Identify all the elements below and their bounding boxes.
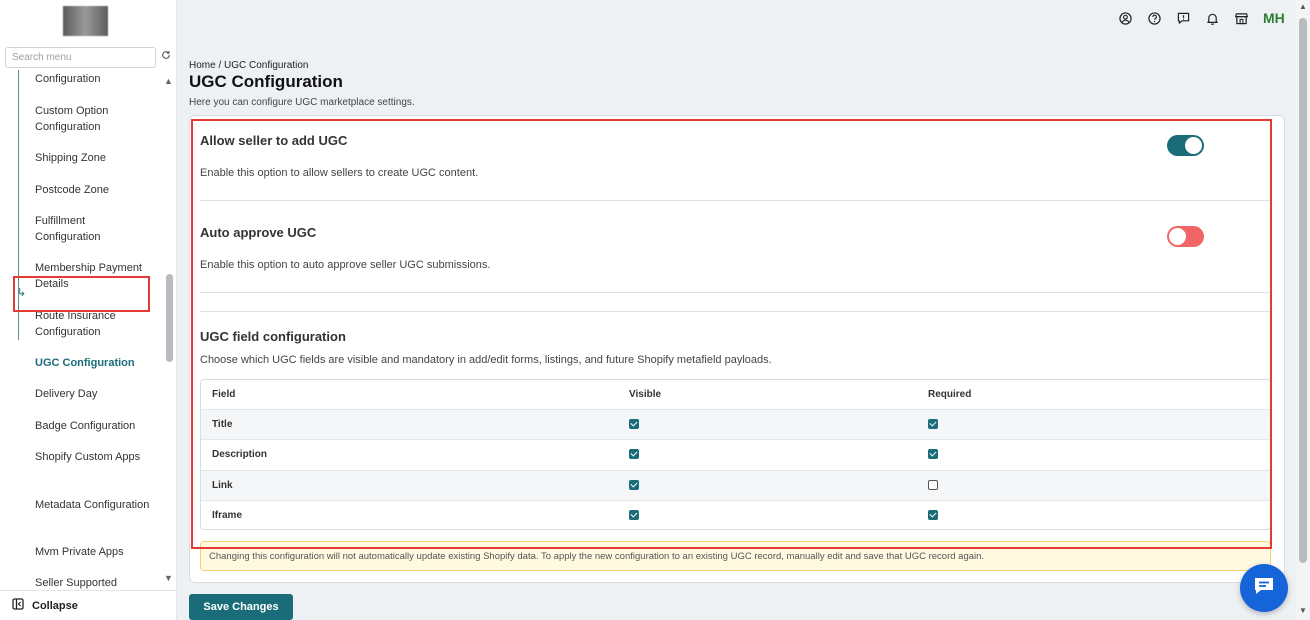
- store-icon[interactable]: [1232, 9, 1250, 27]
- bell-icon[interactable]: [1203, 9, 1221, 27]
- visible-checkbox[interactable]: [629, 510, 639, 523]
- page-scroll-thumb[interactable]: [1299, 18, 1307, 563]
- field-config-description: Choose which UGC fields are visible and …: [200, 354, 772, 366]
- sidebar-item-mvm-private-apps[interactable]: Mvm Private Apps: [35, 545, 150, 561]
- table-header: Field Visible Required: [201, 380, 1270, 409]
- auto-approve-description: Enable this option to auto approve selle…: [200, 259, 491, 271]
- checkbox-checked[interactable]: [629, 449, 639, 459]
- required-checkbox[interactable]: [928, 480, 938, 493]
- active-item-highlight: [13, 276, 150, 312]
- chat-icon: [1253, 576, 1275, 601]
- arrow-turn-right-icon: ↳: [17, 287, 27, 299]
- divider: [200, 200, 1271, 201]
- help-icon[interactable]: [1145, 9, 1163, 27]
- required-checkbox[interactable]: [928, 419, 938, 432]
- field-name: Title: [212, 419, 233, 430]
- checkbox-checked[interactable]: [928, 419, 938, 429]
- scroll-down-icon[interactable]: ▼: [164, 573, 173, 583]
- sidebar-item-postcode-zone[interactable]: Postcode Zone: [35, 183, 150, 199]
- column-header-required: Required: [928, 389, 972, 400]
- divider: [200, 311, 1271, 312]
- page-subtitle: Here you can configure UGC marketplace s…: [189, 97, 415, 108]
- checkbox-unchecked[interactable]: [928, 480, 938, 490]
- table-row: Title: [201, 409, 1270, 439]
- field-config-table: Field Visible Required Title Description…: [200, 379, 1271, 530]
- checkbox-checked[interactable]: [629, 510, 639, 520]
- column-header-visible: Visible: [629, 389, 662, 400]
- column-header-field: Field: [212, 389, 236, 400]
- allow-seller-description: Enable this option to allow sellers to c…: [200, 167, 479, 179]
- checkbox-checked[interactable]: [629, 419, 639, 429]
- account-circle-icon[interactable]: [1116, 9, 1134, 27]
- checkbox-checked[interactable]: [629, 480, 639, 490]
- collapse-button[interactable]: Collapse: [0, 590, 177, 620]
- required-checkbox[interactable]: [928, 510, 938, 523]
- table-row: Link: [201, 470, 1270, 500]
- toggle-knob: [1169, 228, 1186, 245]
- sidebar: Configuration Custom Option Configuratio…: [0, 0, 177, 620]
- sidebar-item-fulfillment-configuration[interactable]: Fulfillment Configuration: [35, 214, 150, 245]
- sidebar-item-shopify-custom-apps[interactable]: Shopify Custom Apps: [35, 450, 150, 466]
- field-name: Iframe: [212, 510, 243, 521]
- checkbox-checked[interactable]: [928, 510, 938, 520]
- sidebar-item-route-insurance-configuration[interactable]: Route Insurance Configuration: [35, 309, 150, 340]
- sidebar-item-seller-supported[interactable]: Seller Supported: [35, 576, 150, 590]
- allow-seller-toggle[interactable]: [1167, 135, 1204, 156]
- breadcrumb[interactable]: Home / UGC Configuration: [189, 60, 309, 71]
- header-toolbar: MH: [1116, 7, 1285, 29]
- sidebar-scrollbar[interactable]: [166, 274, 173, 362]
- sidebar-item-ugc-configuration[interactable]: UGC Configuration: [35, 356, 150, 372]
- feedback-icon[interactable]: [1174, 9, 1192, 27]
- sidebar-item-shipping-zone[interactable]: Shipping Zone: [35, 151, 150, 167]
- checkbox-checked[interactable]: [928, 449, 938, 459]
- page-scroll-up-icon[interactable]: ▲: [1299, 2, 1307, 11]
- sidebar-item-badge-configuration[interactable]: Badge Configuration: [35, 419, 150, 435]
- collapse-label: Collapse: [32, 599, 78, 612]
- logo: [63, 6, 108, 36]
- field-config-title: UGC field configuration: [200, 329, 346, 344]
- field-name: Description: [212, 449, 268, 460]
- auto-approve-toggle[interactable]: [1167, 226, 1204, 247]
- toggle-knob: [1185, 137, 1202, 154]
- search-menu-input[interactable]: [5, 47, 156, 68]
- table-row: Iframe: [201, 500, 1270, 529]
- field-name: Link: [212, 480, 233, 491]
- scroll-up-icon[interactable]: ▲: [164, 76, 173, 86]
- page-scrollbar[interactable]: ▲ ▼: [1296, 0, 1310, 620]
- visible-checkbox[interactable]: [629, 449, 639, 462]
- table-row: Description: [201, 439, 1270, 469]
- avatar[interactable]: MH: [1263, 10, 1285, 26]
- page-title: UGC Configuration: [189, 72, 343, 91]
- sidebar-item-configuration[interactable]: Configuration: [35, 72, 150, 88]
- refresh-icon[interactable]: [161, 50, 171, 63]
- save-changes-button[interactable]: Save Changes: [189, 594, 293, 620]
- sidebar-item-delivery-day[interactable]: Delivery Day: [35, 387, 150, 403]
- collapse-icon: [12, 598, 24, 613]
- chat-button[interactable]: [1240, 564, 1288, 612]
- divider: [200, 292, 1271, 293]
- visible-checkbox[interactable]: [629, 419, 639, 432]
- page-scroll-down-icon[interactable]: ▼: [1299, 606, 1307, 615]
- auto-approve-title: Auto approve UGC: [200, 225, 317, 240]
- allow-seller-title: Allow seller to add UGC: [200, 133, 348, 148]
- warning-note: Changing this configuration will not aut…: [200, 541, 1271, 571]
- sidebar-item-custom-option-configuration[interactable]: Custom Option Configuration: [35, 104, 150, 135]
- sidebar-menu: Configuration Custom Option Configuratio…: [0, 70, 162, 590]
- sidebar-item-metadata-configuration[interactable]: Metadata Configuration: [35, 498, 150, 514]
- required-checkbox[interactable]: [928, 449, 938, 462]
- visible-checkbox[interactable]: [629, 480, 639, 493]
